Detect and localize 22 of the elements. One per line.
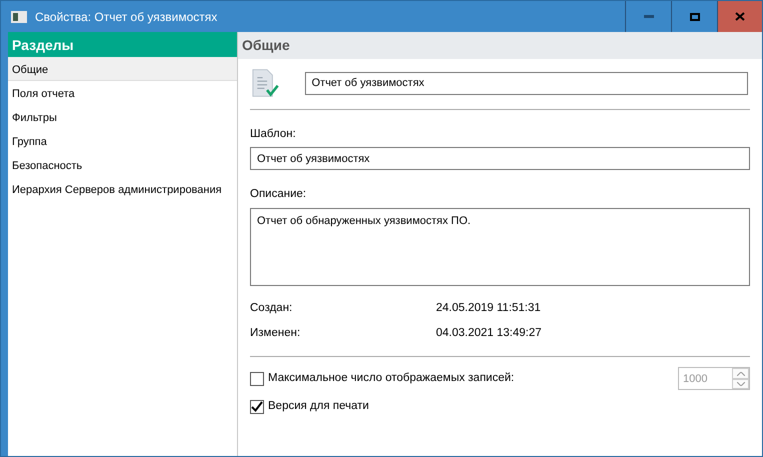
description-field[interactable]: Отчет об обнаруженных уязвимостях ПО. [250,208,750,286]
description-label: Описание: [250,187,308,202]
close-button[interactable] [717,1,762,32]
report-icon [252,67,279,99]
checkbox-label: Версия для печати [268,399,369,414]
window-icon [11,10,27,22]
info-label: Изменен: [250,326,302,341]
info-label: Создан: [250,300,294,316]
checkbox[interactable] [250,400,264,414]
sidebar-item[interactable]: Общие [8,57,237,81]
maximize-icon [690,12,700,20]
template-field[interactable]: Отчет об уязвимостях [250,147,750,170]
panel-header: Общие [238,32,762,59]
minimize-icon [644,15,654,18]
report-name-field[interactable]: Отчет об уязвимостях [304,72,748,94]
template-label: Шаблон: [250,127,297,142]
window-title: Свойства: Отчет об уязвимостях [34,8,218,26]
info-value: 04.03.2021 13:49:27 [436,326,542,341]
close-icon [735,12,745,21]
info-value: 24.05.2019 11:51:31 [436,300,541,316]
sidebar-header: Разделы [8,32,237,57]
checkbox-label: Максимальное число отображаемых записей: [268,371,514,386]
